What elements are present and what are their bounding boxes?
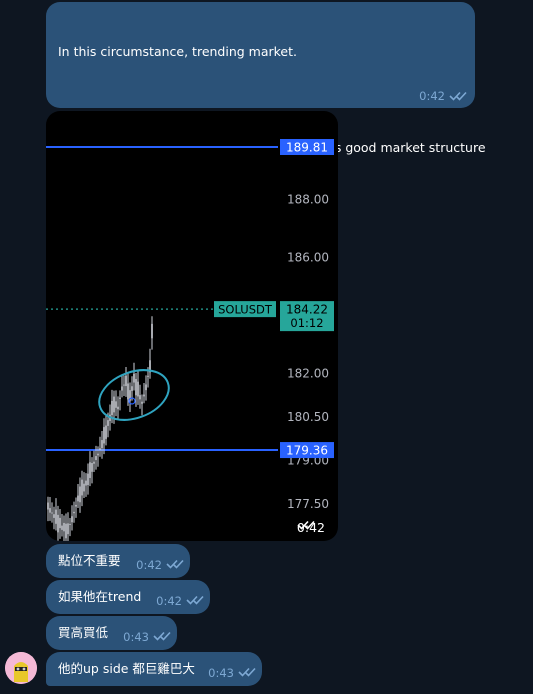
message-time: 0:42 [156, 594, 182, 608]
message-meta: 0:42 [136, 557, 184, 573]
candle-body [71, 516, 73, 523]
message-bubble[interactable]: 如果他在trend 0:42 [46, 580, 210, 614]
candle-body [105, 425, 107, 439]
message-meta: 0:43 [123, 629, 171, 645]
message-meta: 0:42 [297, 520, 330, 535]
double-check-icon [238, 665, 256, 681]
candle-body [95, 456, 97, 461]
message-time: 0:43 [208, 666, 234, 680]
price-tick-label: 186.00 [287, 250, 329, 264]
price-tick-label: 182.00 [287, 366, 329, 380]
message-bubble[interactable]: 點位不重要 0:42 [46, 544, 190, 578]
countdown-label: 01:12 [290, 316, 323, 330]
candle-body [51, 512, 53, 514]
price-tick-label: 188.00 [287, 192, 329, 206]
candle-body [77, 495, 79, 502]
candle-body [143, 394, 145, 397]
candle-body [151, 323, 153, 339]
candle-body [59, 517, 61, 529]
candle-body [139, 395, 141, 400]
candle-body [135, 378, 137, 396]
candle-body [83, 483, 85, 492]
footer-edge [0, 689, 533, 694]
candle-body [101, 440, 103, 449]
candle-body [127, 383, 129, 400]
candle-body [125, 375, 127, 387]
candle-body [123, 384, 125, 386]
candle-body [141, 401, 143, 404]
double-check-icon [449, 91, 467, 101]
candle-body [89, 462, 91, 478]
message-bubble[interactable]: 他的up side 都巨雞巴大 0:43 [46, 652, 262, 686]
message-meta: 0:43 [208, 665, 256, 681]
candle-body [91, 463, 93, 472]
candle-body [61, 525, 63, 530]
candle-body [79, 486, 81, 503]
candle-body [137, 381, 139, 397]
last-price-label: 184.22 [286, 303, 328, 317]
double-check-icon [153, 629, 171, 645]
candle-body [133, 373, 135, 383]
candle-body [147, 375, 149, 377]
candle-body [115, 401, 117, 408]
candle-body [121, 386, 123, 391]
candle-body [85, 480, 87, 486]
level-label: 179.36 [286, 444, 328, 458]
candle-body [111, 400, 113, 416]
message-meta: 0:42 [156, 593, 204, 609]
annotation-circle [98, 369, 170, 421]
candle-body [107, 420, 109, 426]
user-avatar[interactable] [5, 652, 37, 684]
message-meta: 0:42 [419, 88, 467, 104]
candle-body [57, 514, 59, 533]
candle-body [113, 396, 115, 413]
message-text: 點位不重要 [58, 553, 121, 568]
message-time: 0:42 [419, 89, 445, 103]
candle-body [65, 523, 67, 539]
candle-body [117, 406, 119, 410]
candle-body [67, 523, 69, 535]
level-label: 189.81 [286, 141, 328, 155]
price-tick-label: 177.50 [287, 497, 329, 511]
candle-body [49, 508, 51, 513]
candle-body [119, 397, 121, 399]
candle-body [145, 384, 147, 391]
message-bubble[interactable]: 買高買低 0:43 [46, 616, 177, 650]
double-check-icon [166, 557, 184, 573]
candle-body [97, 453, 99, 456]
double-check-icon [186, 593, 204, 609]
message-line: In this circumstance, trending market. [58, 44, 298, 59]
symbol-label: SOLUSDT [218, 303, 273, 317]
avatar-image [5, 652, 37, 684]
message-time: 0:43 [123, 630, 149, 644]
candle-body [75, 504, 77, 507]
candle-body [73, 511, 75, 514]
candle-body [93, 461, 95, 464]
candle-body [63, 522, 65, 532]
price-chart: 188.00186.00182.00180.50179.00177.50189.… [46, 139, 334, 541]
message-text: 如果他在trend [58, 589, 142, 604]
chart-image-message[interactable]: 188.00 186.00 182.00 180.50 179.00 177.50 189.… [46, 111, 338, 541]
message-bubble-intro[interactable]: In this circumstance, trending market. Y… [46, 2, 486, 251]
candle-body [99, 448, 101, 450]
price-tick-label: 180.50 [287, 410, 329, 424]
candle-body [47, 502, 49, 510]
candle-body [81, 479, 83, 496]
candle-body [55, 509, 57, 524]
message-time: 0:42 [136, 558, 162, 572]
candle-body [103, 427, 105, 444]
candle-body [69, 523, 71, 525]
message-text: 買高買低 [58, 625, 109, 640]
candle-body [131, 386, 133, 391]
candle-body [53, 514, 55, 518]
message-text: 他的up side 都巨雞巴大 [58, 661, 195, 676]
candle-body [87, 473, 89, 485]
